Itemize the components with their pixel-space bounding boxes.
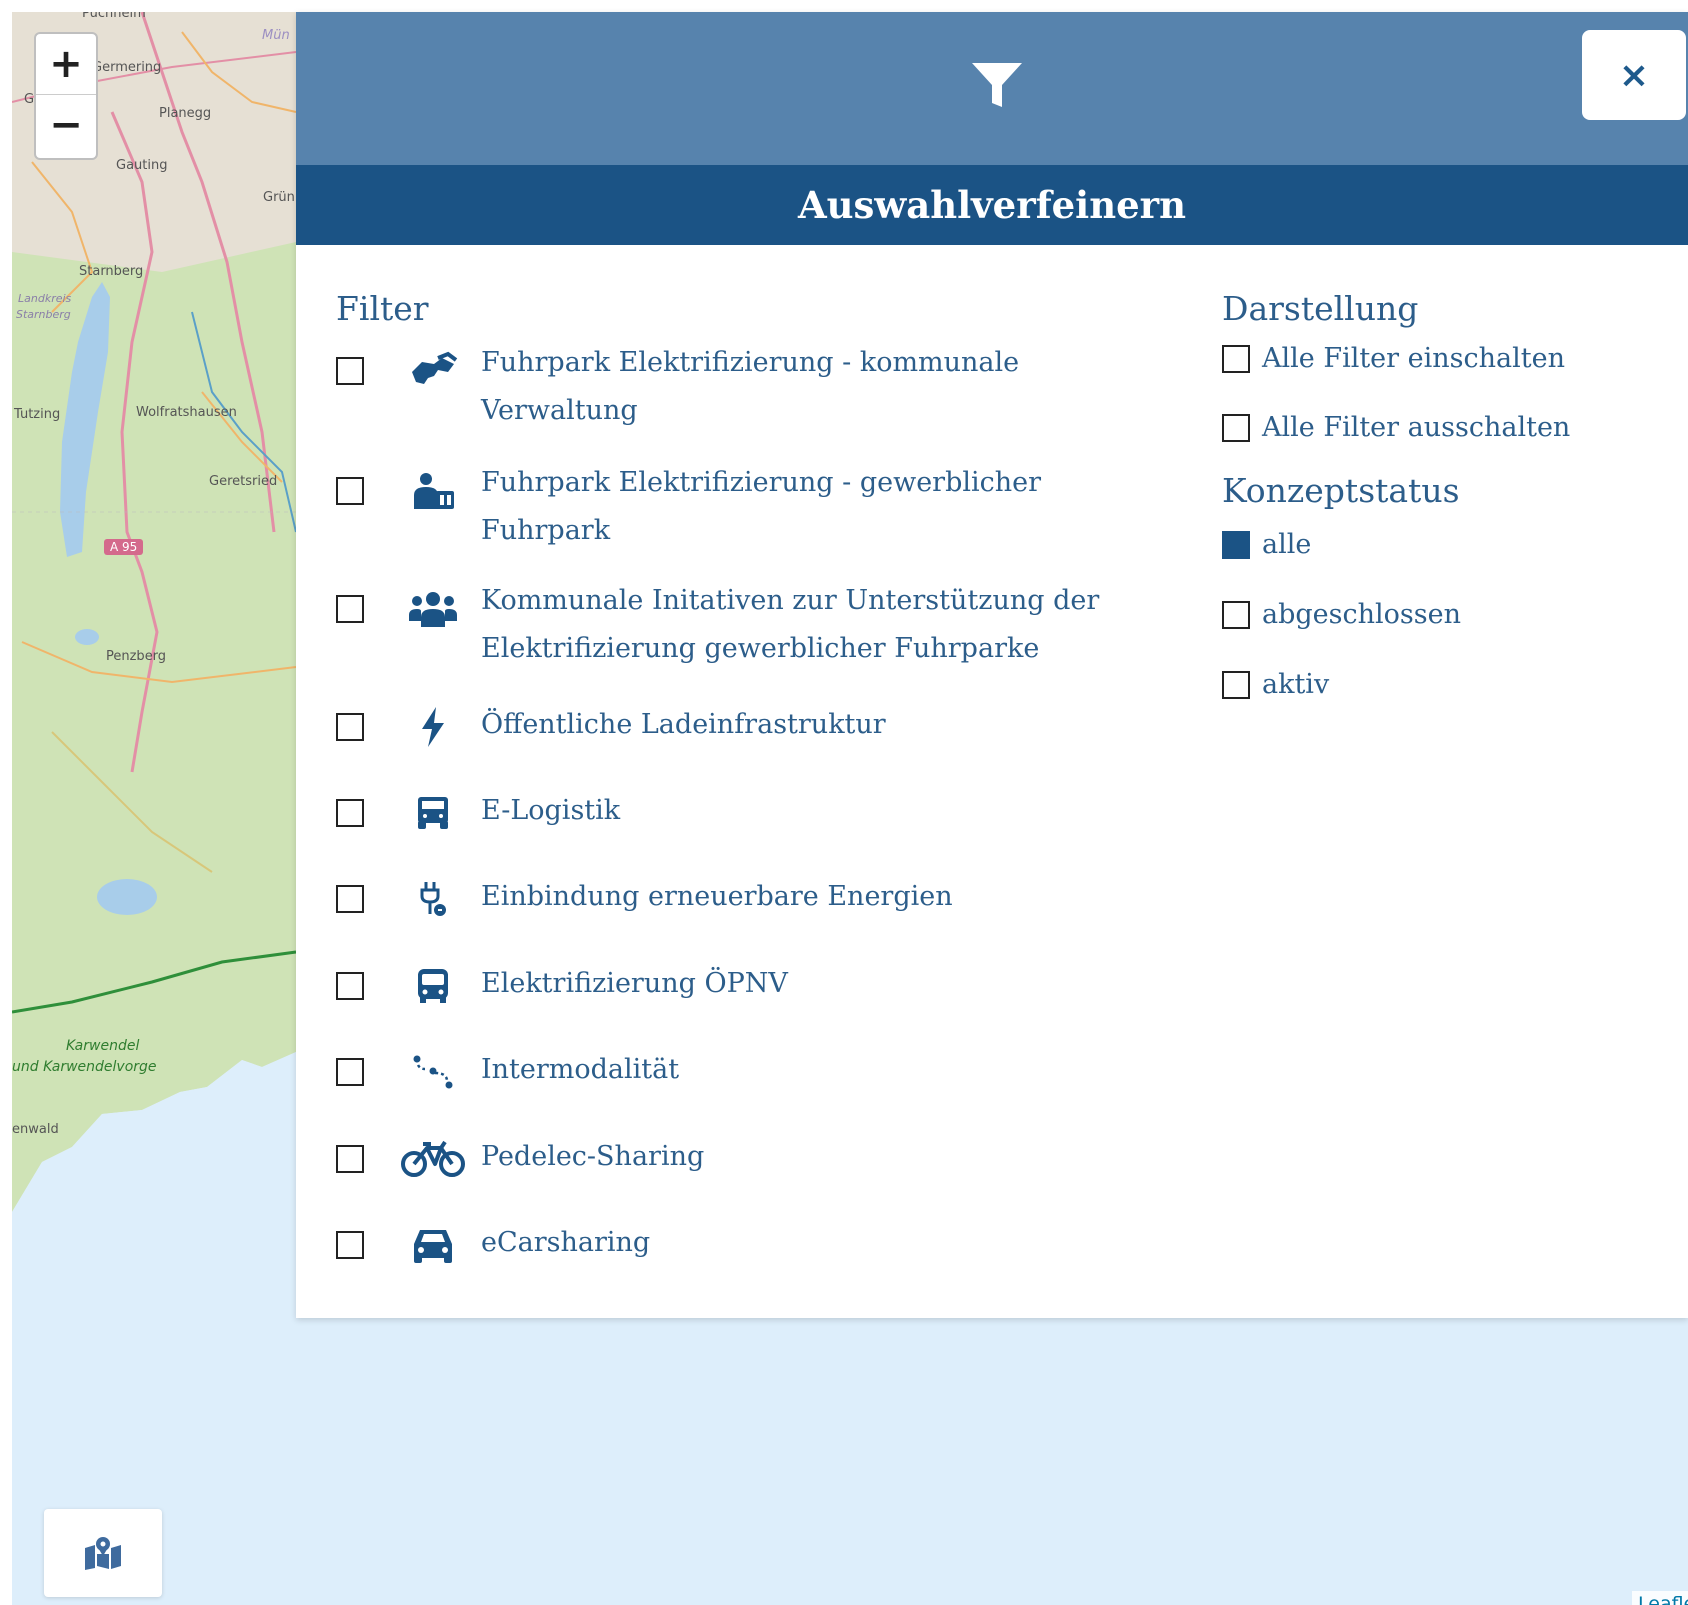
map-label-g: G: [24, 92, 35, 107]
funnel-icon: [972, 63, 1022, 107]
option-all-on[interactable]: Alle Filter einschalten: [1222, 341, 1565, 377]
option-checkbox[interactable]: [1222, 414, 1250, 442]
filter-item-ladeinfrastruktur[interactable]: Öffentliche Ladeinfrastruktur: [336, 695, 1096, 755]
filter-label: Elektrifizierung ÖPNV: [481, 968, 788, 999]
status-label: alle: [1262, 529, 1312, 560]
filter-item-ecarsharing[interactable]: eCarsharing: [336, 1213, 1096, 1273]
map-label-wald: enwald: [12, 1122, 59, 1137]
status-option-aktiv[interactable]: aktiv: [1222, 667, 1329, 703]
map-label-gruenwald: Grün: [263, 190, 295, 205]
filter-panel: × Auswahlverfeinern Filter Fuhrpark Elek…: [296, 12, 1688, 1318]
bicycle-icon: [398, 1137, 468, 1181]
status-label: aktiv: [1262, 669, 1330, 700]
filter-label: Einbindung erneuerbare Energien: [481, 881, 953, 912]
filter-item-oepnv[interactable]: Elektrifizierung ÖPNV: [336, 954, 1096, 1014]
map-label-landkreis: Landkreis: [18, 292, 72, 305]
map-label-karwendelvorgebirge: und Karwendelvorge: [12, 1059, 157, 1075]
filter-item-fuhrpark-gewerblich[interactable]: Fuhrpark Elektrifizierung - gewerblicher…: [336, 459, 1096, 559]
status-checkbox[interactable]: [1222, 601, 1250, 629]
filter-checkbox[interactable]: [336, 885, 364, 913]
bolt-icon: [398, 705, 468, 749]
display-title: Darstellung: [1222, 289, 1419, 328]
filter-label: Öffentliche Ladeinfrastruktur: [481, 709, 886, 740]
bus-icon: [398, 964, 468, 1008]
option-label: Alle Filter ausschalten: [1262, 412, 1571, 443]
zoom-out-button[interactable]: −: [36, 94, 96, 155]
layer-toggle-button[interactable]: [44, 1509, 162, 1597]
filter-checkbox[interactable]: [336, 357, 364, 385]
zoom-in-button[interactable]: +: [36, 34, 96, 94]
status-option-abgeschlossen[interactable]: abgeschlossen: [1222, 597, 1461, 633]
filter-item-fuhrpark-kommunal[interactable]: Fuhrpark Elektrifizierung - kommunale Ve…: [336, 339, 1096, 439]
users-icon: [398, 587, 468, 631]
filter-label-line2: Elektrifizierung gewerblicher Fuhrparke: [481, 633, 1040, 664]
status-title: Konzeptstatus: [1222, 471, 1460, 510]
filter-label-line1: Kommunale Initativen zur Unterstützung d…: [481, 585, 1100, 616]
filter-label-line2: Fuhrpark: [481, 515, 611, 546]
filter-label: Intermodalität: [481, 1054, 680, 1085]
map-label-geretsried: Geretsried: [209, 474, 278, 489]
route-icon: [398, 1050, 468, 1094]
map-label-tutzing: Tutzing: [14, 407, 61, 422]
zoom-control: + −: [34, 32, 98, 160]
road-shield-a95: A 95: [104, 539, 144, 555]
status-checkbox[interactable]: [1222, 671, 1250, 699]
filter-label-line1: Fuhrpark Elektrifizierung - gewerblicher: [481, 467, 1042, 498]
filter-checkbox[interactable]: [336, 1231, 364, 1259]
panel-header: ×: [296, 12, 1688, 165]
options-section: Darstellung Alle Filter einschalten Alle…: [1222, 287, 1662, 700]
map-label-muenchen: Mün: [262, 28, 290, 43]
charging-icon: [398, 877, 468, 921]
filter-checkbox[interactable]: [336, 477, 364, 505]
filter-checkbox[interactable]: [336, 799, 364, 827]
filter-label: E-Logistik: [481, 795, 621, 826]
filter-label: eCarsharing: [481, 1227, 651, 1258]
map-label-starnberg: Starnberg: [79, 264, 144, 279]
truck-icon: [398, 791, 468, 835]
status-checkbox[interactable]: [1222, 531, 1250, 559]
filter-label-line1: Fuhrpark Elektrifizierung - kommunale: [481, 347, 1020, 378]
filter-item-pedelec-sharing[interactable]: Pedelec-Sharing: [336, 1127, 1096, 1187]
option-label: Alle Filter einschalten: [1262, 343, 1565, 374]
map-label-planegg: Planegg: [159, 106, 212, 121]
filter-checkbox[interactable]: [336, 1058, 364, 1086]
filter-item-intermodalitaet[interactable]: Intermodalität: [336, 1040, 1096, 1100]
filter-item-erneuerbare-energien[interactable]: Einbindung erneuerbare Energien: [336, 867, 1096, 927]
car-icon: [398, 1223, 468, 1267]
filter-item-kommunale-initiativen[interactable]: Kommunale Initativen zur Unterstützung d…: [336, 577, 1099, 677]
option-checkbox[interactable]: [1222, 345, 1250, 373]
map-label-gauting: Gauting: [116, 158, 168, 173]
status-label: abgeschlossen: [1262, 599, 1461, 630]
option-all-off[interactable]: Alle Filter ausschalten: [1222, 410, 1570, 446]
map-label-landkreis-starnberg: Starnberg: [16, 308, 71, 321]
business-fleet-icon: [398, 469, 468, 513]
map-label-karwendel: Karwendel: [66, 1038, 140, 1054]
map-label-germering: Germering: [92, 60, 162, 75]
map-marked-icon: [85, 1537, 121, 1570]
leaflet-attribution[interactable]: Leaflet: [1632, 1591, 1688, 1605]
filter-title: Filter: [336, 289, 429, 328]
status-option-alle[interactable]: alle: [1222, 527, 1311, 563]
panel-title: Auswahlverfeinern: [296, 165, 1688, 245]
filter-checkbox[interactable]: [336, 1145, 364, 1173]
filter-label: Pedelec-Sharing: [481, 1141, 705, 1172]
filter-section: Filter Fuhrpark Elektrifizierung - kommu…: [336, 287, 1099, 1263]
map-label-penzberg: Penzberg: [106, 649, 167, 664]
filter-checkbox[interactable]: [336, 972, 364, 1000]
filter-checkbox[interactable]: [336, 713, 364, 741]
map-label-wolfratshausen: Wolfratshausen: [136, 405, 237, 420]
filter-item-e-logistik[interactable]: E-Logistik: [336, 781, 1096, 841]
close-button[interactable]: ×: [1582, 30, 1686, 120]
filter-checkbox[interactable]: [336, 595, 364, 623]
handshake-icon: [398, 349, 468, 393]
filter-label-line2: Verwaltung: [481, 395, 638, 426]
map-label-puchheim: Puchheim: [82, 12, 146, 21]
